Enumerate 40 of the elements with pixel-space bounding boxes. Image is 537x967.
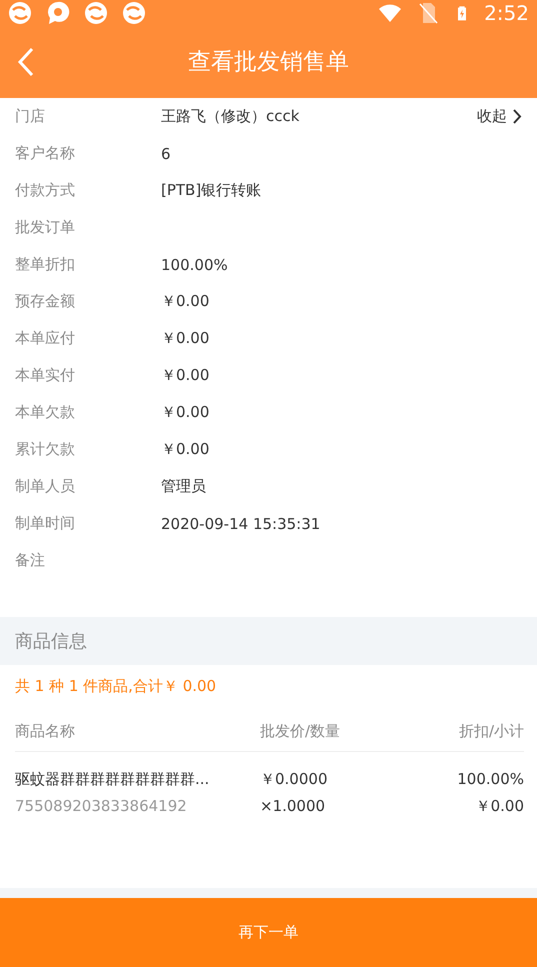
field-value: ￥0.00 xyxy=(161,366,210,385)
field-label: 制单时间 xyxy=(15,514,76,533)
field-value: 6 xyxy=(161,144,172,162)
field-label: 门店 xyxy=(15,107,46,126)
field-value: 王路飞（修改）ccck xyxy=(161,107,300,126)
field-value: 2020-09-14 15:35:31 xyxy=(161,514,322,532)
column-header: 商品名称 xyxy=(15,722,76,741)
field-value: [PTB]银行转账 xyxy=(161,181,262,200)
product-name: 驱蚊器群群群群群群群群群... xyxy=(15,770,210,789)
product-price: ￥0.0000 xyxy=(260,770,328,789)
field-value: 100.00% xyxy=(161,256,229,274)
field-label: 本单实付 xyxy=(15,366,76,385)
field-label: 付款方式 xyxy=(15,181,76,200)
product-quantity: ×1.0000 xyxy=(260,797,326,816)
back-icon[interactable] xyxy=(16,46,36,76)
product-discount: 100.00% xyxy=(457,770,524,789)
chevron-right-icon xyxy=(513,109,522,124)
field-label: 客户名称 xyxy=(15,144,76,163)
field-label: 预存金额 xyxy=(15,292,76,311)
product-barcode: 755089203833864192 xyxy=(15,797,188,816)
status-time: 2:52 xyxy=(484,0,529,24)
collapse-button[interactable]: 收起 xyxy=(477,107,522,126)
product-subtotal: ￥0.00 xyxy=(474,797,524,816)
column-header: 折扣/小计 xyxy=(458,722,524,741)
field-value: ￥0.00 xyxy=(161,329,210,348)
field-value: 管理员 xyxy=(161,477,207,496)
column-header: 批发价/数量 xyxy=(260,722,342,741)
field-label: 批发订单 xyxy=(15,218,76,237)
goods-summary: 共 1 种 1 件商品,合计￥ 0.00 xyxy=(14,676,218,697)
field-label: 本单欠款 xyxy=(15,403,76,422)
field-label: 整单折扣 xyxy=(15,255,76,274)
field-label: 本单应付 xyxy=(15,329,76,348)
field-value: ￥0.00 xyxy=(161,292,210,311)
field-label: 制单人员 xyxy=(15,477,76,496)
section-title: 商品信息 xyxy=(15,630,87,653)
field-value: ￥0.00 xyxy=(161,403,210,422)
field-label: 备注 xyxy=(15,551,46,570)
field-label: 累计欠款 xyxy=(15,440,76,459)
page-title: 查看批发销售单 xyxy=(188,48,349,77)
field-value: ￥0.00 xyxy=(161,440,210,459)
